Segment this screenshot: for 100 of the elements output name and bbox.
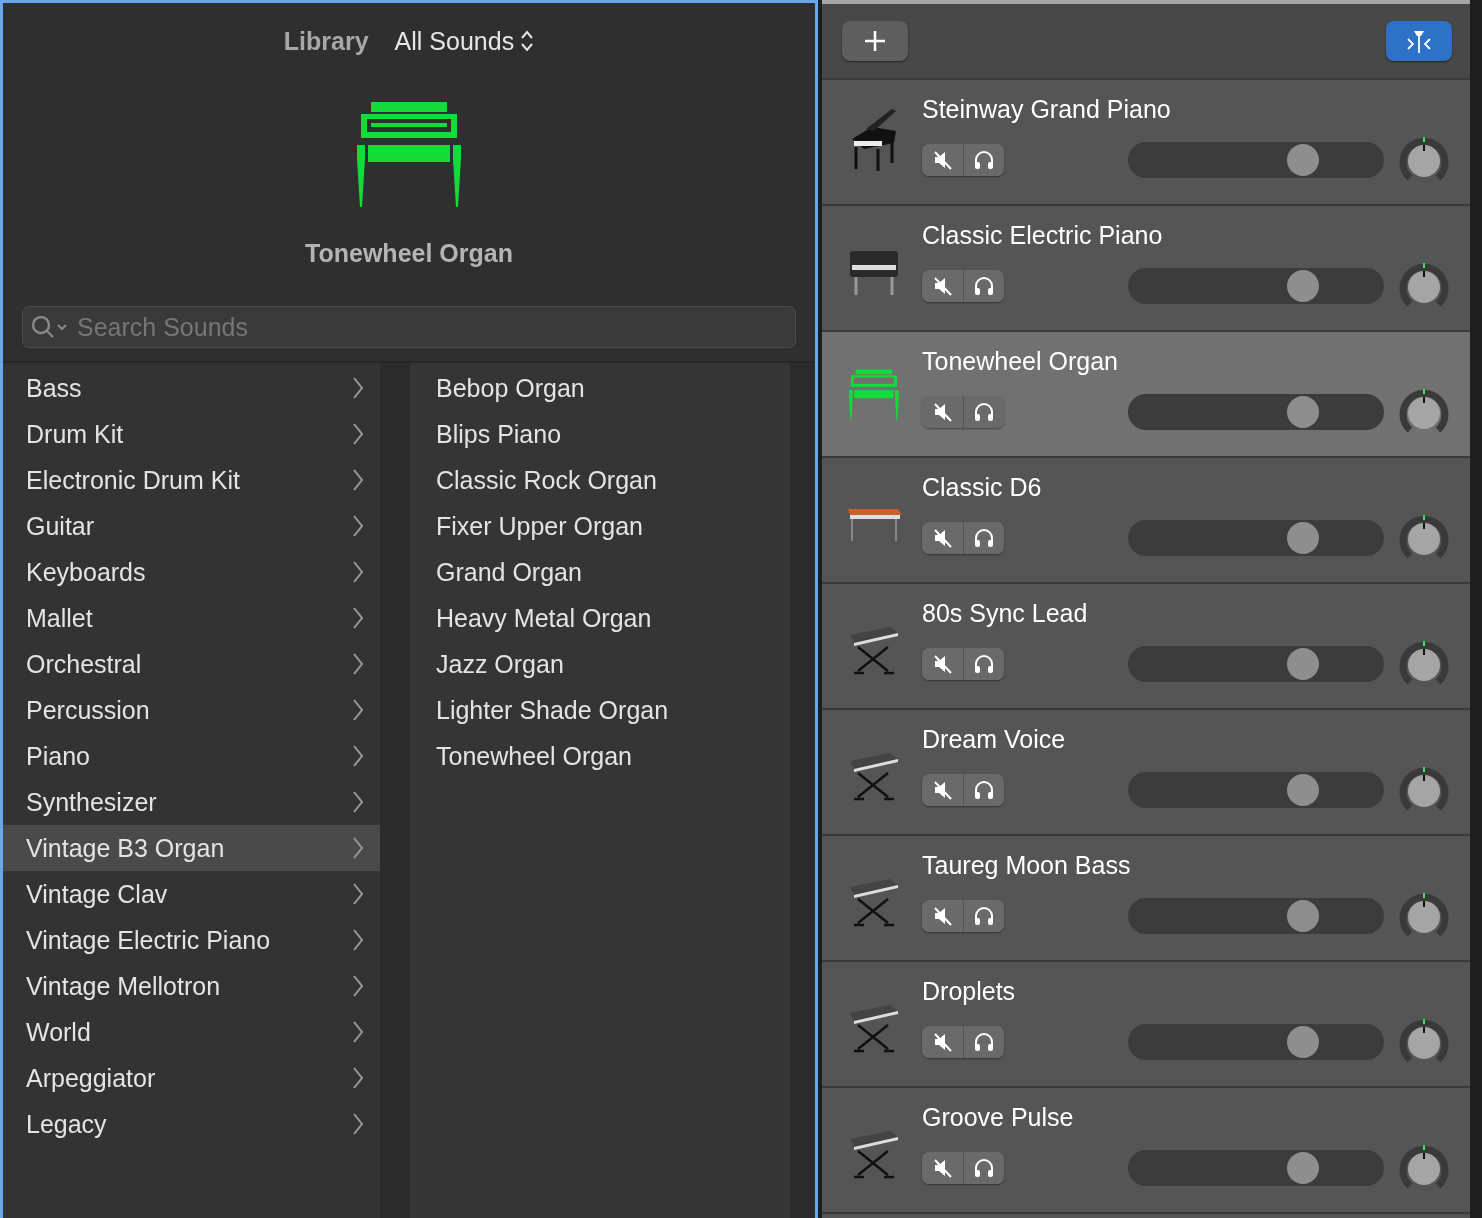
track-name: Steinway Grand Piano (922, 94, 1172, 124)
volume-slider[interactable] (1128, 520, 1384, 556)
mute-button[interactable] (922, 900, 963, 932)
search-field[interactable]: Search Sounds (22, 306, 796, 348)
solo-headphones-button[interactable] (963, 1026, 1004, 1058)
sound-filter-dropdown[interactable]: All Sounds (394, 26, 535, 56)
category-item[interactable]: Drum Kit (3, 411, 380, 457)
headphones-icon (973, 779, 995, 801)
solo-headphones-button[interactable] (963, 1152, 1004, 1184)
category-item[interactable]: Vintage Electric Piano (3, 917, 380, 963)
solo-headphones-button[interactable] (963, 900, 1004, 932)
volume-slider[interactable] (1128, 1024, 1384, 1060)
sound-item[interactable]: Bebop Organ (410, 365, 790, 411)
sound-item[interactable]: Jazz Organ (410, 641, 790, 687)
category-item[interactable]: Bass (3, 365, 380, 411)
mute-speaker-icon (931, 149, 954, 171)
current-sound-name: Tonewheel Organ (305, 239, 513, 268)
track-row[interactable]: Tonewheel Organ (822, 332, 1470, 458)
volume-slider[interactable] (1128, 646, 1384, 682)
mute-speaker-icon (931, 1031, 954, 1053)
mute-button[interactable] (922, 648, 963, 680)
volume-slider-thumb[interactable] (1287, 1026, 1320, 1058)
volume-slider[interactable] (1128, 898, 1384, 934)
up-down-chevron-icon (520, 29, 535, 53)
category-item[interactable]: Mallet (3, 595, 380, 641)
mute-button[interactable] (922, 1152, 963, 1184)
smart-controls-button[interactable] (1386, 21, 1452, 61)
mute-speaker-icon (931, 275, 954, 297)
volume-slider-thumb[interactable] (1287, 396, 1320, 428)
mute-button[interactable] (922, 270, 963, 302)
sound-item[interactable]: Classic Rock Organ (410, 457, 790, 503)
sound-item[interactable]: Grand Organ (410, 549, 790, 595)
category-item[interactable]: Arpeggiator (3, 1055, 380, 1101)
volume-slider-thumb[interactable] (1287, 774, 1320, 806)
volume-slider-thumb[interactable] (1287, 1152, 1320, 1184)
solo-headphones-button[interactable] (963, 396, 1004, 428)
chevron-right-icon (352, 1066, 364, 1090)
headphones-icon (973, 653, 995, 675)
volume-slider-thumb[interactable] (1287, 648, 1320, 680)
plus-icon (863, 29, 887, 53)
volume-slider-thumb[interactable] (1287, 144, 1320, 176)
mute-button[interactable] (922, 396, 963, 428)
chevron-right-icon (352, 376, 364, 400)
solo-headphones-button[interactable] (963, 144, 1004, 176)
add-track-button[interactable] (842, 21, 908, 61)
headphones-icon (973, 1157, 995, 1179)
sound-item[interactable]: Fixer Upper Organ (410, 503, 790, 549)
solo-headphones-button[interactable] (963, 522, 1004, 554)
sound-item[interactable]: Heavy Metal Organ (410, 595, 790, 641)
solo-headphones-button[interactable] (963, 648, 1004, 680)
category-item[interactable]: Vintage Clav (3, 871, 380, 917)
library-title: Library (283, 26, 369, 56)
solo-headphones-button[interactable] (963, 774, 1004, 806)
category-item[interactable]: Guitar (3, 503, 380, 549)
category-item[interactable]: Synthesizer (3, 779, 380, 825)
volume-slider[interactable] (1128, 1150, 1384, 1186)
chevron-right-icon (352, 1112, 364, 1136)
volume-slider[interactable] (1128, 394, 1384, 430)
chevron-right-icon (352, 422, 364, 446)
solo-headphones-button[interactable] (963, 270, 1004, 302)
sound-item[interactable]: Blips Piano (410, 411, 790, 457)
category-item[interactable]: Piano (3, 733, 380, 779)
chevron-right-icon (352, 790, 364, 814)
chevron-right-icon (352, 974, 364, 998)
chevron-right-icon (352, 606, 364, 630)
mute-button[interactable] (922, 144, 963, 176)
headphones-icon (973, 905, 995, 927)
category-item[interactable]: Legacy (3, 1101, 380, 1147)
chevron-right-icon (352, 560, 364, 584)
headphones-icon (973, 401, 995, 423)
mute-button[interactable] (922, 522, 963, 554)
track-name: 80s Sync Lead (922, 598, 1089, 628)
category-item[interactable]: Vintage B3 Organ (3, 825, 380, 871)
mute-button[interactable] (922, 774, 963, 806)
category-item[interactable]: Electronic Drum Kit (3, 457, 380, 503)
chevron-right-icon (352, 882, 364, 906)
sound-item[interactable]: Tonewheel Organ (410, 733, 790, 779)
chevron-right-icon (352, 1020, 364, 1044)
category-item[interactable]: Percussion (3, 687, 380, 733)
chevron-right-icon (352, 514, 364, 538)
category-item[interactable]: Keyboards (3, 549, 380, 595)
mute-speaker-icon (931, 527, 954, 549)
volume-slider[interactable] (1128, 268, 1384, 304)
sound-item[interactable]: Lighter Shade Organ (410, 687, 790, 733)
mute-button[interactable] (922, 1026, 963, 1058)
volume-slider[interactable] (1128, 772, 1384, 808)
mute-speaker-icon (931, 653, 954, 675)
chevron-right-icon (352, 744, 364, 768)
track-name: Droplets (922, 976, 1017, 1006)
chevron-right-icon (352, 468, 364, 492)
volume-slider-thumb[interactable] (1287, 900, 1320, 932)
mute-speaker-icon (931, 401, 954, 423)
category-item[interactable]: Orchestral (3, 641, 380, 687)
volume-slider-thumb[interactable] (1287, 270, 1320, 302)
volume-slider[interactable] (1128, 142, 1384, 178)
category-item[interactable]: World (3, 1009, 380, 1055)
volume-slider-thumb[interactable] (1287, 522, 1320, 554)
category-item[interactable]: Vintage Mellotron (3, 963, 380, 1009)
headphones-icon (973, 149, 995, 171)
chevron-right-icon (352, 698, 364, 722)
